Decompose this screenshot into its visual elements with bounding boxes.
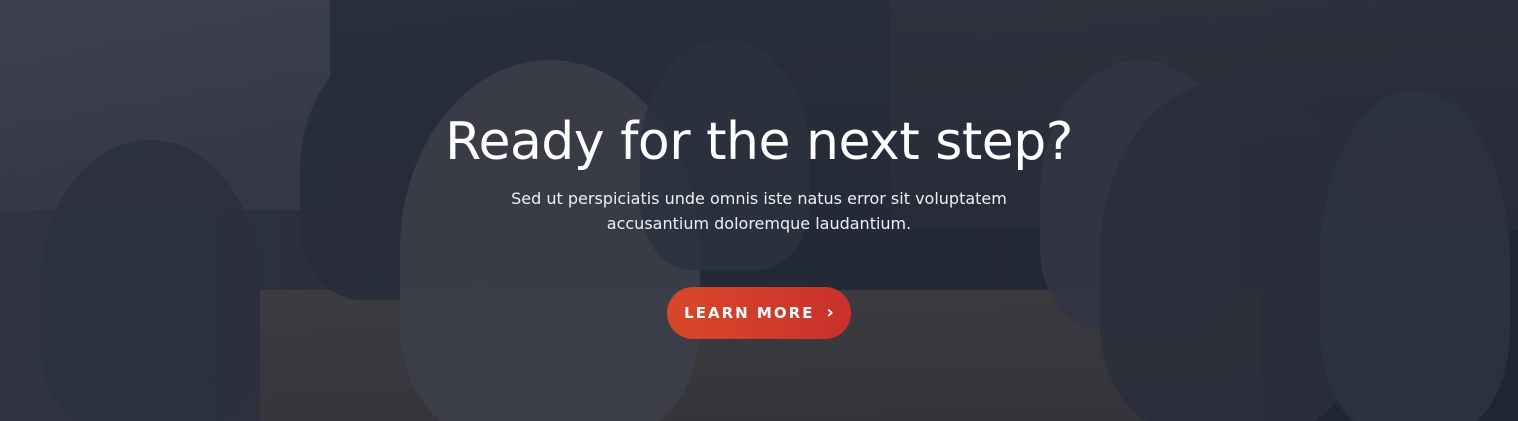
learn-more-label: LEARN MORE bbox=[684, 304, 815, 322]
hero-title: Ready for the next step? bbox=[445, 112, 1073, 172]
hero-content: Ready for the next step? Sed ut perspici… bbox=[0, 108, 1518, 339]
hero-subtitle: Sed ut perspiciatis unde omnis iste natu… bbox=[511, 189, 1007, 233]
cta-hero-section: Ready for the next step? Sed ut perspici… bbox=[0, 0, 1518, 421]
learn-more-button[interactable]: LEARN MORE › bbox=[667, 287, 851, 339]
chevron-right-icon: › bbox=[826, 302, 834, 323]
